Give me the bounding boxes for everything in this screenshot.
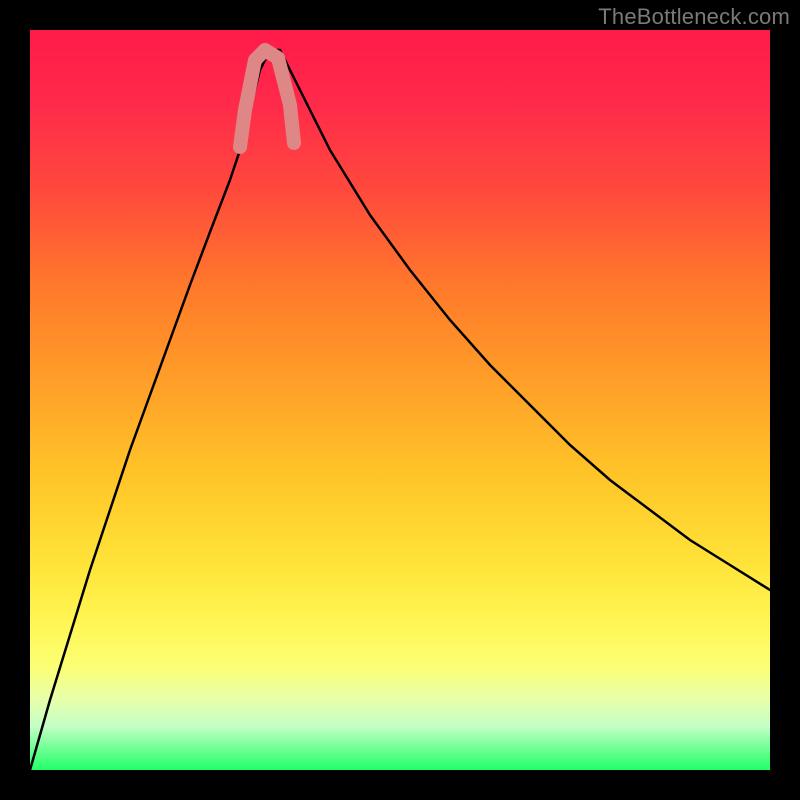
watermark-text: TheBottleneck.com xyxy=(598,4,790,30)
chart-frame: TheBottleneck.com xyxy=(0,0,800,800)
curve-layer xyxy=(30,30,770,770)
main-curve xyxy=(30,50,770,770)
plot-area xyxy=(30,30,770,770)
flat-minimum-overlay xyxy=(240,50,294,147)
